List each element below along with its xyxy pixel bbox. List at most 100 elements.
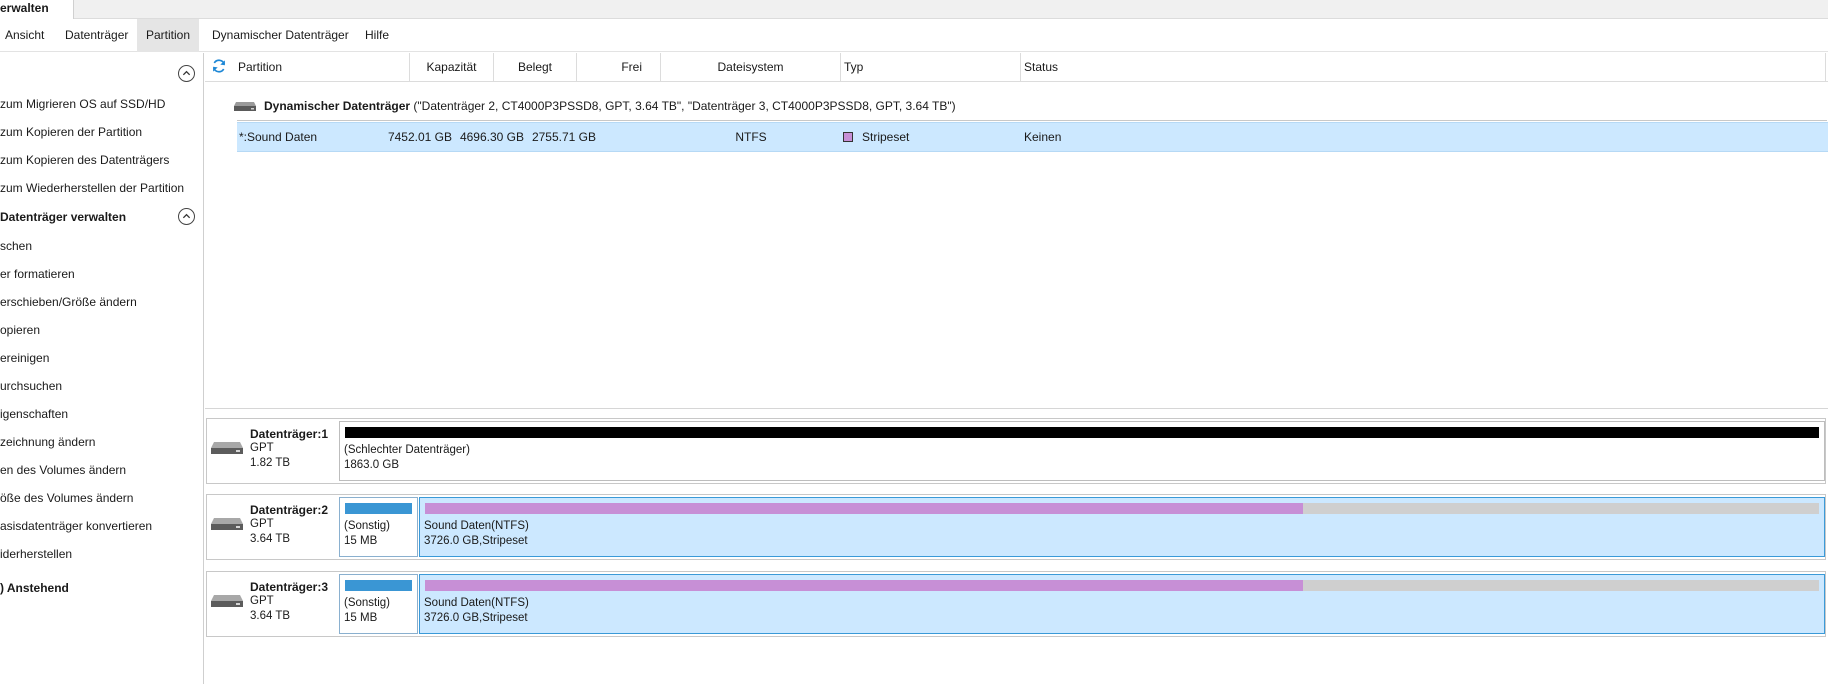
column-partition[interactable]: Partition: [235, 53, 410, 82]
sidebar-wizard-migrate-os[interactable]: zum Migrieren OS auf SSD/HD: [0, 94, 165, 114]
sidebar-wizard-copy-disk[interactable]: zum Kopieren des Datenträgers: [0, 150, 169, 170]
menu-partition[interactable]: Partition: [137, 19, 200, 52]
dynamic-disk-group-title: Dynamischer Datenträger: [264, 99, 411, 113]
partition-table-header: Partition Kapazität Belegt Frei Dateisys…: [205, 53, 1828, 82]
segment-usage-bar: [345, 427, 1819, 438]
cell-type-label: Stripeset: [862, 130, 910, 144]
column-filesystem[interactable]: Dateisystem: [661, 53, 841, 82]
hard-disk-icon: [211, 518, 243, 530]
segment-detail: 3726.0 GB,Stripeset: [424, 535, 528, 547]
segment-usage-bar: [425, 580, 1819, 591]
menu-ansicht[interactable]: Ansicht: [0, 19, 53, 52]
sidebar-pending-heading[interactable]: ) Anstehend: [0, 577, 69, 599]
sidebar-item-recover[interactable]: iderherstellen: [0, 544, 72, 564]
disk-info[interactable]: Datenträger:1 GPT 1.82 TB: [207, 419, 338, 483]
cell-free: 2755.71 GB: [531, 130, 596, 144]
collapse-manage-icon[interactable]: [178, 208, 195, 225]
segment-detail: 1863.0 GB: [344, 459, 399, 471]
menu-hilfe[interactable]: Hilfe: [356, 19, 398, 52]
sidebar-item-properties[interactable]: igenschaften: [0, 404, 68, 424]
sidebar-item-format[interactable]: er formatieren: [0, 264, 75, 284]
segment-usage-fill: [345, 580, 412, 591]
partition-list: Partition Kapazität Belegt Frei Dateisys…: [205, 53, 1828, 409]
sidebar-item-copy[interactable]: opieren: [0, 320, 40, 340]
collapse-wizards-icon[interactable]: [178, 65, 195, 82]
sidebar: zum Migrieren OS auf SSD/HD zum Kopieren…: [0, 53, 204, 684]
segment-usage-bar: [425, 503, 1819, 514]
sidebar-manage-heading[interactable]: Datenträger verwalten: [0, 206, 126, 228]
disk-name: Datenträger:1: [250, 427, 329, 441]
column-free[interactable]: Frei: [577, 53, 661, 82]
sidebar-item-change-label[interactable]: zeichnung ändern: [0, 432, 95, 452]
menu-datentraeger[interactable]: Datenträger: [56, 19, 137, 52]
segment-usage-fill: [425, 580, 1304, 591]
table-row[interactable]: *:Sound Daten 7452.01 GB 4696.30 GB 2755…: [237, 122, 1828, 152]
chevron-up-icon: [182, 70, 191, 76]
disk-info[interactable]: Datenträger:2 GPT 3.64 TB: [207, 495, 338, 559]
window-title-bar: erwalten: [0, 0, 1828, 20]
disk-segment-other[interactable]: (Sonstig) 15 MB: [339, 574, 418, 634]
segment-usage-bar: [345, 503, 412, 514]
stripeset-color-swatch: [843, 132, 853, 142]
column-capacity[interactable]: Kapazität: [410, 53, 494, 82]
cell-used: 4696.30 GB: [459, 130, 524, 144]
dynamic-disk-group-detail: ("Datenträger 2, CT4000P3PSSD8, GPT, 3.6…: [413, 99, 956, 113]
sidebar-item-change-volume-letter[interactable]: en des Volumes ändern: [0, 460, 126, 480]
menu-bar: Ansicht Datenträger Partition Dynamische…: [0, 19, 1828, 52]
segment-usage-bar: [345, 580, 412, 591]
column-status[interactable]: Status: [1021, 53, 1826, 82]
segment-usage-fill: [345, 427, 1819, 438]
disk-size: 3.64 TB: [250, 533, 291, 545]
sidebar-item-change-volume-size[interactable]: öße des Volumes ändern: [0, 488, 133, 508]
segment-detail: 15 MB: [344, 612, 378, 624]
cell-type: Stripeset: [843, 123, 909, 153]
refresh-icon[interactable]: [211, 58, 227, 74]
menu-dynamischer-datentraeger[interactable]: Dynamischer Datenträger: [203, 19, 358, 52]
cell-capacity: 7452.01 GB: [387, 130, 452, 144]
disk-name: Datenträger:2: [250, 503, 329, 517]
disk-partition-style: GPT: [250, 518, 274, 530]
sidebar-item-explore[interactable]: urchsuchen: [0, 376, 62, 396]
hard-disk-icon: [211, 442, 243, 454]
disk-info[interactable]: Datenträger:3 GPT 3.64 TB: [207, 572, 338, 636]
chevron-up-icon: [182, 213, 191, 219]
segment-label: (Schlechter Datenträger): [344, 444, 470, 456]
disk-card-3[interactable]: Datenträger:3 GPT 3.64 TB (Sonstig) 15 M…: [206, 571, 1826, 637]
segment-detail: 15 MB: [344, 535, 378, 547]
sidebar-wizard-restore-partition[interactable]: zum Wiederherstellen der Partition: [0, 178, 184, 198]
disk-card-2[interactable]: Datenträger:2 GPT 3.64 TB (Sonstig) 15 M…: [206, 494, 1826, 560]
window-title: erwalten: [0, 0, 74, 20]
dynamic-disk-group-row[interactable]: Dynamischer Datenträger ("Datenträger 2,…: [233, 91, 956, 121]
hard-disk-icon: [234, 102, 256, 112]
sidebar-item-wipe[interactable]: ereinigen: [0, 348, 49, 368]
segment-label: Sound Daten(NTFS): [424, 597, 529, 609]
disk-size: 1.82 TB: [250, 457, 291, 469]
segment-label: (Sonstig): [344, 520, 391, 532]
sidebar-item-convert-basic[interactable]: asisdatenträger konvertieren: [0, 516, 152, 536]
cell-filesystem: NTFS: [735, 130, 767, 144]
disk-name: Datenträger:3: [250, 580, 329, 594]
cell-partition: *:Sound Daten: [239, 130, 318, 144]
sidebar-wizard-copy-partition[interactable]: zum Kopieren der Partition: [0, 122, 142, 142]
column-type[interactable]: Typ: [841, 53, 1021, 82]
disk-map: Datenträger:1 GPT 1.82 TB (Schlechter Da…: [205, 410, 1828, 684]
disk-partition-style: GPT: [250, 442, 274, 454]
group-divider: [237, 120, 1827, 121]
hard-disk-icon: [211, 595, 243, 607]
segment-label: Sound Daten(NTFS): [424, 520, 529, 532]
disk-segment-bad[interactable]: (Schlechter Datenträger) 1863.0 GB: [339, 421, 1825, 481]
segment-usage-fill: [345, 503, 412, 514]
disk-card-1[interactable]: Datenträger:1 GPT 1.82 TB (Schlechter Da…: [206, 418, 1826, 484]
column-used[interactable]: Belegt: [494, 53, 577, 82]
segment-detail: 3726.0 GB,Stripeset: [424, 612, 528, 624]
disk-segment-other[interactable]: (Sonstig) 15 MB: [339, 497, 418, 557]
disk-segment-sound-daten[interactable]: Sound Daten(NTFS) 3726.0 GB,Stripeset: [419, 574, 1825, 634]
segment-label: (Sonstig): [344, 597, 391, 609]
disk-segment-sound-daten[interactable]: Sound Daten(NTFS) 3726.0 GB,Stripeset: [419, 497, 1825, 557]
sidebar-item-delete[interactable]: schen: [0, 236, 32, 256]
disk-size: 3.64 TB: [250, 610, 291, 622]
disk-partition-style: GPT: [250, 595, 274, 607]
sidebar-item-move-resize[interactable]: erschieben/Größe ändern: [0, 292, 137, 312]
segment-usage-fill: [425, 503, 1304, 514]
cell-status: Keinen: [1024, 130, 1062, 144]
